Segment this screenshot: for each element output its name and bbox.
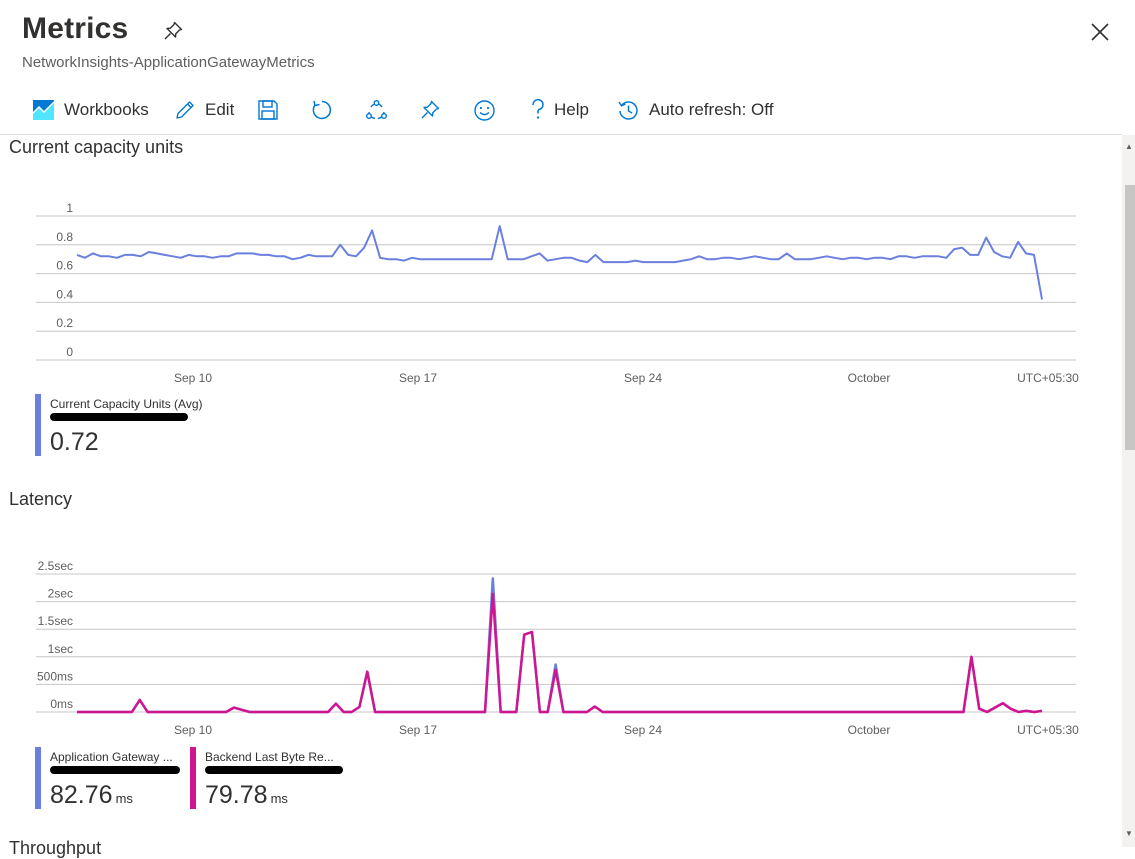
capacity-section-title: Current capacity units: [9, 137, 184, 157]
capacity-legend-swatch: [35, 394, 41, 456]
auto-refresh-button[interactable]: Auto refresh: Off: [617, 93, 773, 127]
capacity-y-tick-label: 0.2: [56, 316, 73, 330]
help-icon: [532, 99, 544, 119]
save-button[interactable]: [257, 93, 279, 127]
latency-y-tick-label: 1sec: [48, 642, 73, 656]
capacity-x-tick-label: UTC+05:30: [1017, 371, 1079, 385]
capacity-y-tick-label: 0.4: [56, 287, 73, 301]
history-clock-icon: [618, 100, 638, 120]
feedback-button[interactable]: [473, 93, 496, 127]
latency-backend-swatch: [190, 747, 196, 809]
latency-x-tick-label: Sep 10: [174, 723, 212, 737]
auto-refresh-label: Auto refresh: Off: [649, 100, 774, 119]
capacity-chart[interactable]: 1 0.8 0.6 0.4 0.2 0 Sep 10 Sep 17 Sep 24 October U…: [0, 195, 1120, 395]
capacity-x-tick-label: Sep 24: [624, 371, 662, 385]
refresh-icon: [312, 100, 332, 120]
latency-backend-name: Backend Last Byte Re...: [205, 750, 334, 764]
redacted-resource: [205, 766, 343, 774]
smiley-icon: [474, 99, 495, 121]
capacity-x-tick-label: Sep 17: [399, 371, 437, 385]
workbooks-label: Workbooks: [64, 100, 149, 119]
latency-y-tick-label: 1.5sec: [38, 614, 73, 628]
latency-legend-gateway[interactable]: Application Gateway ... 82.76 ms: [35, 747, 185, 811]
latency-gateway-name: Application Gateway ...: [50, 750, 173, 764]
latency-x-tick-label: October: [848, 723, 891, 737]
throughput-section-title: Throughput: [9, 838, 102, 858]
edit-button[interactable]: Edit: [174, 93, 234, 127]
capacity-y-tick-label: 1: [66, 201, 73, 215]
edit-label: Edit: [205, 100, 235, 119]
latency-y-tick-label: 2.5sec: [38, 559, 73, 573]
command-bar: Workbooks Edit Help Auto refresh: Off: [0, 93, 800, 127]
pin-to-dashboard-icon: [421, 100, 440, 119]
workbooks-button[interactable]: Workbooks: [32, 93, 149, 127]
redacted-resource: [50, 766, 180, 774]
latency-y-tick-label: 2sec: [48, 587, 73, 601]
page-subtitle: NetworkInsights-ApplicationGatewayMetric…: [22, 54, 315, 71]
capacity-legend-name: Current Capacity Units (Avg): [50, 397, 203, 411]
capacity-legend-value: 0.72: [50, 428, 99, 456]
latency-chart[interactable]: 2.5sec 2sec 1.5sec 1sec 500ms 0ms Sep 10 Sep 17…: [0, 555, 1120, 745]
latency-y-tick-label: 0ms: [50, 697, 73, 711]
redacted-resource: [50, 413, 188, 421]
page-title: Metrics: [22, 12, 129, 45]
latency-backend-value: 79.78 ms: [205, 781, 288, 809]
scroll-up-arrow-icon[interactable]: ▲: [1125, 143, 1133, 151]
share-icon: [366, 100, 388, 120]
blade-header: Metrics NetworkInsights-ApplicationGatew…: [0, 0, 1135, 135]
capacity-y-tick-label: 0.8: [56, 230, 73, 244]
capacity-y-tick-label: 0: [66, 345, 73, 359]
latency-legend-backend[interactable]: Backend Last Byte Re... 79.78 ms: [190, 747, 350, 811]
help-button[interactable]: Help: [531, 93, 589, 127]
share-button[interactable]: [365, 93, 388, 127]
latency-section-title: Latency: [9, 489, 73, 509]
help-label: Help: [554, 100, 589, 119]
pencil-icon: [176, 101, 194, 119]
capacity-series-line: [76, 225, 1043, 300]
latency-x-tick-label: Sep 24: [624, 723, 662, 737]
vertical-scrollbar[interactable]: ▲ ▼: [1122, 135, 1135, 847]
latency-gateway-swatch: [35, 747, 41, 809]
capacity-y-tick-label: 0.6: [56, 259, 73, 273]
close-icon[interactable]: [1088, 20, 1112, 44]
latency-series-line: [77, 592, 1043, 714]
save-icon: [258, 100, 278, 120]
pin-icon[interactable]: [162, 20, 184, 42]
capacity-x-tick-label: October: [848, 371, 891, 385]
scroll-thumb[interactable]: [1125, 185, 1135, 450]
workbooks-icon: [32, 100, 55, 120]
refresh-button[interactable]: [311, 93, 333, 127]
latency-x-tick-label: UTC+05:30: [1017, 723, 1079, 737]
pin-button[interactable]: [419, 93, 441, 127]
latency-x-tick-label: Sep 17: [399, 723, 437, 737]
latency-y-tick-label: 500ms: [37, 669, 73, 683]
latency-gateway-value: 82.76 ms: [50, 781, 133, 809]
scroll-down-arrow-icon[interactable]: ▼: [1125, 830, 1133, 838]
capacity-legend[interactable]: Current Capacity Units (Avg) 0.72: [35, 394, 235, 458]
capacity-x-tick-label: Sep 10: [174, 371, 212, 385]
header-divider: [0, 134, 1122, 135]
